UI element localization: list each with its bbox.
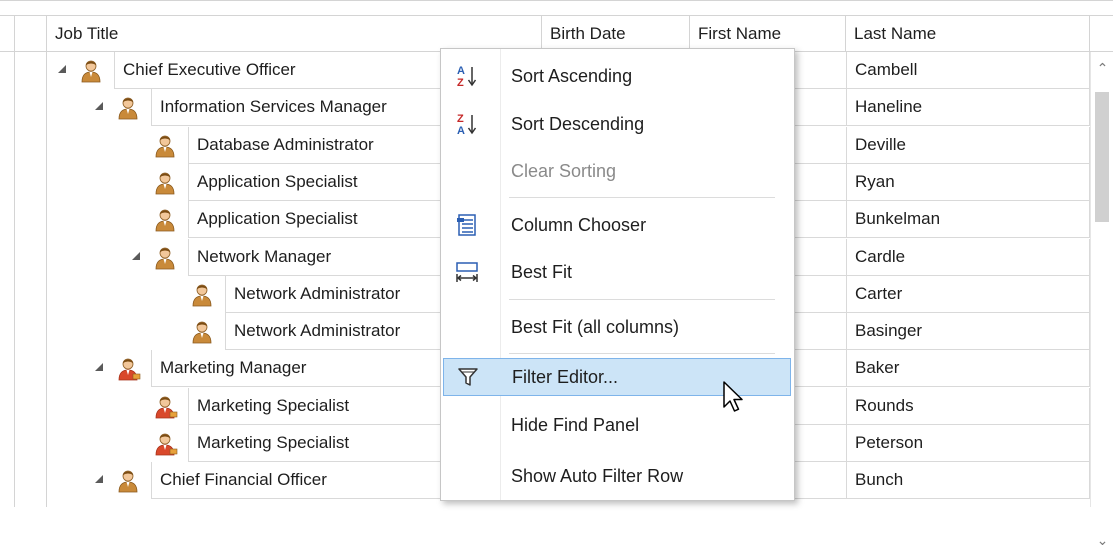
last-name-cell[interactable]: Carter — [846, 275, 1090, 313]
menu-separator — [509, 353, 775, 354]
column-header-birth-date[interactable]: Birth Date — [542, 16, 690, 51]
employee-icon — [154, 171, 178, 195]
last-name-cell[interactable]: Ryan — [846, 163, 1090, 201]
column-header-job-title[interactable]: Job Title — [47, 16, 542, 51]
collapse-node-icon[interactable] — [95, 475, 103, 484]
last-name-cell[interactable]: Bunch — [846, 462, 1090, 500]
collapse-node-icon[interactable] — [95, 363, 103, 372]
menu-label-best-fit: Best Fit — [511, 262, 573, 282]
scroll-down-icon[interactable]: ⌄ — [1091, 532, 1113, 550]
menu-label-sort-descending: Sort Descending — [511, 114, 645, 134]
employee-icon — [191, 283, 215, 307]
last-name-cell[interactable]: Deville — [846, 126, 1090, 164]
header-indicator-cell — [14, 16, 47, 51]
menu-label-clear-sorting: Clear Sorting — [511, 161, 617, 181]
svg-text:Z: Z — [457, 113, 464, 125]
menu-item-sort-ascending[interactable]: A Z Sort Ascending — [441, 57, 794, 95]
menu-item-best-fit[interactable]: Best Fit — [441, 253, 794, 291]
menu-label-show-auto-filter-row: Show Auto Filter Row — [511, 466, 684, 486]
last-name-cell[interactable]: Basinger — [846, 313, 1090, 351]
menu-label-column-chooser: Column Chooser — [511, 215, 647, 235]
menu-label-sort-ascending: Sort Ascending — [511, 66, 633, 86]
filter-icon — [458, 368, 478, 386]
mouse-pointer-icon — [723, 381, 743, 412]
menu-label-best-fit-all-columns: Best Fit (all columns) — [511, 317, 680, 337]
sort-ascending-icon: A Z — [457, 65, 477, 88]
menu-item-clear-sorting[interactable]: Clear Sorting — [441, 152, 794, 190]
scrollbar-thumb[interactable] — [1095, 92, 1109, 222]
last-name-cell[interactable]: Cambell — [846, 52, 1090, 89]
menu-item-best-fit-all-columns[interactable]: Best Fit (all columns) — [441, 308, 794, 346]
employee-icon — [80, 59, 104, 83]
last-name-cell[interactable]: Baker — [846, 350, 1090, 388]
svg-text:A: A — [457, 125, 465, 136]
employee-icon — [191, 320, 215, 344]
last-name-cell[interactable]: Rounds — [846, 387, 1090, 425]
menu-separator — [509, 197, 775, 198]
column-header-row: Job Title Birth Date First Name Last Nam… — [0, 15, 1113, 52]
sort-descending-icon: Z A — [457, 113, 477, 136]
employee-icon — [117, 96, 141, 120]
column-chooser-icon — [457, 214, 476, 236]
vertical-scrollbar[interactable]: ⌃ ⌄ — [1090, 52, 1113, 548]
employee-marketing-icon — [154, 395, 178, 419]
column-header-first-name[interactable]: First Name — [690, 16, 846, 51]
last-name-cell[interactable]: Bunkelman — [846, 201, 1090, 239]
menu-label-filter-editor: Filter Editor... — [512, 367, 619, 387]
column-header-last-name[interactable]: Last Name — [846, 16, 1090, 51]
menu-label-hide-find-panel: Hide Find Panel — [511, 415, 640, 435]
best-fit-icon — [456, 262, 478, 282]
svg-text:Z: Z — [457, 77, 464, 88]
menu-item-column-chooser[interactable]: Column Chooser — [441, 206, 794, 244]
collapse-node-icon[interactable] — [58, 65, 66, 73]
employee-icon — [154, 134, 178, 158]
menu-item-sort-descending[interactable]: Z A Sort Descending — [441, 105, 794, 143]
employee-icon — [154, 208, 178, 232]
column-context-menu: A Z Sort Ascending Z A Sort Descending C… — [440, 48, 795, 501]
menu-separator — [509, 299, 775, 300]
employee-marketing-icon — [154, 432, 178, 456]
last-name-cell[interactable]: Haneline — [846, 89, 1090, 127]
last-name-cell[interactable]: Peterson — [846, 425, 1090, 462]
scroll-up-icon[interactable]: ⌃ — [1091, 60, 1113, 78]
last-name-cell[interactable]: Cardle — [846, 238, 1090, 276]
svg-text:A: A — [457, 65, 465, 77]
employee-icon — [117, 469, 141, 493]
collapse-node-icon[interactable] — [95, 102, 103, 111]
collapse-node-icon[interactable] — [132, 251, 140, 260]
employee-marketing-icon — [117, 357, 141, 381]
employee-icon — [154, 246, 178, 270]
menu-item-show-auto-filter-row[interactable]: Show Auto Filter Row — [441, 457, 794, 495]
